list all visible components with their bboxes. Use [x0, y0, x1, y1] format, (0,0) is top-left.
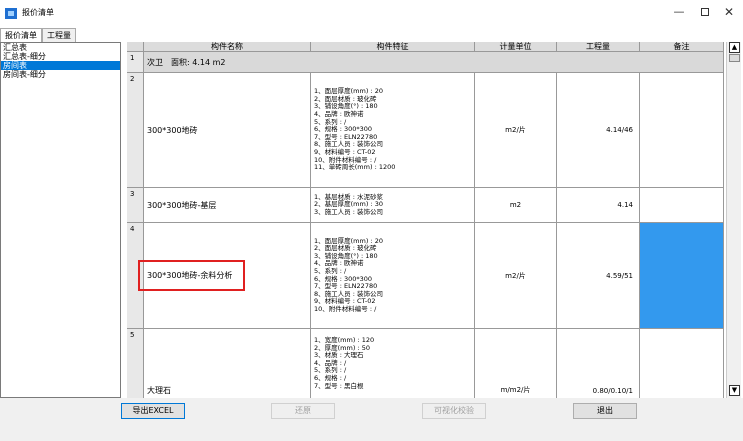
cell-quantity[interactable]: 0.80/0.10/1 [557, 329, 640, 398]
cell-remark[interactable] [640, 188, 724, 223]
cell-remark-selected[interactable] [640, 223, 724, 329]
cell-name[interactable]: 300*300地砖-基层 [144, 188, 311, 223]
row-number: 4 [127, 223, 144, 329]
minimize-button[interactable]: — [668, 4, 690, 20]
bottom-toolbar: 导出EXCEL 还原 可视化校验 退出 [0, 398, 743, 441]
app-icon [5, 8, 17, 19]
cell-unit[interactable]: m2 [475, 188, 557, 223]
cell-features[interactable]: 1、面层厚度(mm) : 20 2、面层材质 : 玻化砖 3、铺设角度(°) :… [311, 223, 475, 329]
row-number: 2 [127, 73, 144, 188]
cell-unit[interactable]: m2/片 [475, 223, 557, 329]
group-row-room[interactable]: 次卫 面积: 4.14 m2 [144, 52, 724, 73]
window-title: 报价清单 [22, 8, 54, 17]
cell-name[interactable]: 300*300地砖-余料分析 [144, 223, 311, 329]
tab-quantities[interactable]: 工程量 [42, 28, 76, 42]
row-number: 5 [127, 329, 144, 398]
reset-button[interactable]: 还原 [271, 403, 335, 419]
corner-header [127, 42, 144, 52]
cell-remark[interactable] [640, 73, 724, 188]
scroll-down-icon[interactable]: ▼ [729, 385, 740, 396]
report-type-list: 汇总表 汇总表-细分 房间表 房间表-细分 [0, 42, 121, 398]
close-button[interactable]: ✕ [718, 4, 740, 20]
scroll-up-icon[interactable]: ▲ [729, 42, 740, 53]
row-number: 1 [127, 52, 144, 73]
cell-features[interactable]: 1、面层厚度(mm) : 20 2、面层材质 : 玻化砖 3、铺设角度(°) :… [311, 73, 475, 188]
cell-name[interactable]: 大理石 [144, 329, 311, 398]
list-item-room-detail[interactable]: 房间表-细分 [1, 70, 120, 79]
cell-name[interactable]: 300*300地砖 [144, 73, 311, 188]
export-excel-button[interactable]: 导出EXCEL [121, 403, 185, 419]
tab-bar: 报价清单 工程量 [0, 28, 76, 42]
cell-remark[interactable] [640, 329, 724, 398]
column-header-name[interactable]: 构件名称 [144, 42, 311, 52]
cell-unit[interactable]: m2/片 [475, 73, 557, 188]
column-header-quantity[interactable]: 工程量 [557, 42, 640, 52]
vertical-scrollbar[interactable]: ▲ ▼ [726, 42, 741, 398]
list-item-summary[interactable]: 汇总表 [1, 43, 120, 52]
maximize-icon [701, 8, 709, 16]
title-bar: 报价清单 — ✕ [0, 0, 743, 26]
row-number: 3 [127, 188, 144, 223]
list-item-room[interactable]: 房间表 [1, 61, 120, 70]
exit-button[interactable]: 退出 [573, 403, 637, 419]
visual-check-button[interactable]: 可视化校验 [422, 403, 486, 419]
quote-table: 构件名称 构件特征 计量单位 工程量 备注 1 次卫 面积: 4.14 m2 2… [127, 42, 742, 398]
column-header-remark[interactable]: 备注 [640, 42, 724, 52]
cell-quantity[interactable]: 4.14 [557, 188, 640, 223]
cell-quantity[interactable]: 4.14/46 [557, 73, 640, 188]
cell-features[interactable]: 1、宽度(mm) : 120 2、厚度(mm) : 50 3、材质 : 大理石 … [311, 329, 475, 398]
cell-features[interactable]: 1、基层材质 : 水泥砂浆 2、基层厚度(mm) : 30 3、施工人员 : 装… [311, 188, 475, 223]
column-header-features[interactable]: 构件特征 [311, 42, 475, 52]
scroll-thumb[interactable] [729, 54, 740, 62]
list-item-summary-detail[interactable]: 汇总表-细分 [1, 52, 120, 61]
tab-quote-list[interactable]: 报价清单 [0, 28, 42, 42]
maximize-button[interactable] [694, 4, 716, 20]
cell-unit[interactable]: m/m2/片 [475, 329, 557, 398]
cell-quantity[interactable]: 4.59/51 [557, 223, 640, 329]
column-header-unit[interactable]: 计量单位 [475, 42, 557, 52]
